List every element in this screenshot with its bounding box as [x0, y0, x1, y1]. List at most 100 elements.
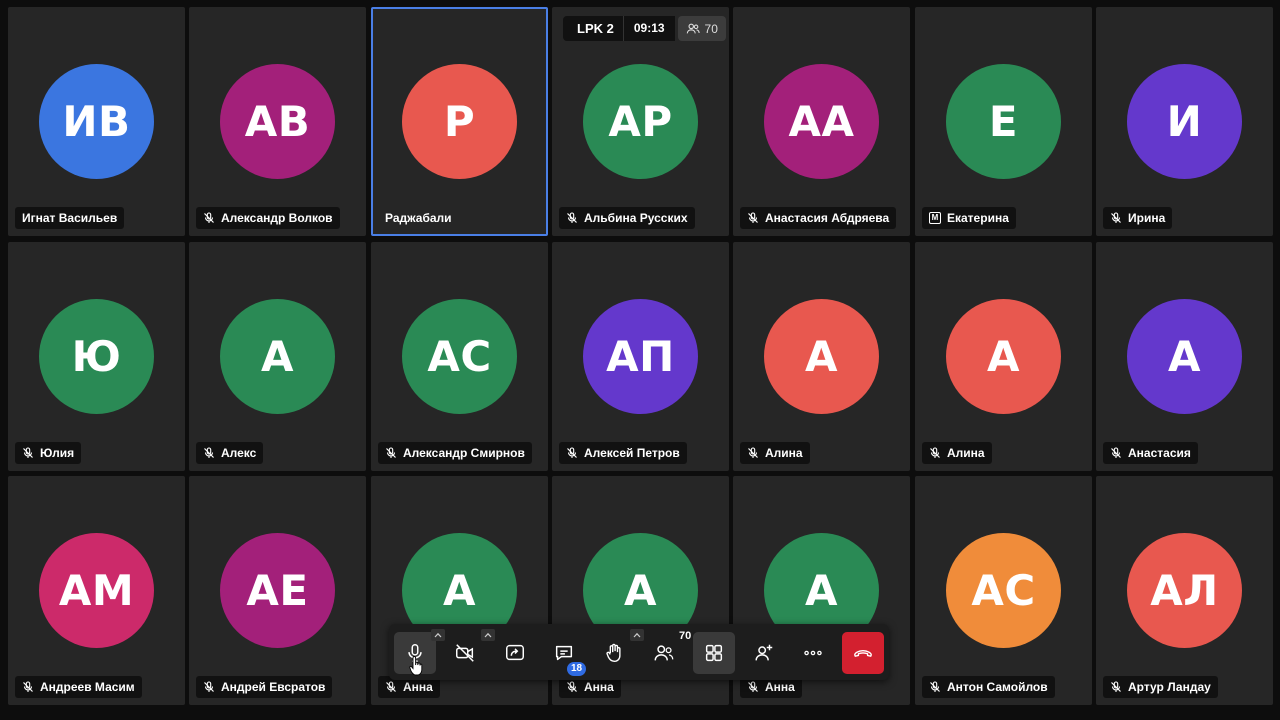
invite-button[interactable]: [743, 632, 785, 674]
mic-muted-icon: [929, 447, 941, 459]
camera-button[interactable]: [444, 632, 486, 674]
mic-muted-icon: [385, 681, 397, 693]
participant-name-tag: Антон Самойлов: [922, 676, 1055, 698]
mic-muted-icon: [747, 447, 759, 459]
meeting-title: LPK 2: [577, 21, 614, 36]
chevron-up-icon[interactable]: [630, 629, 644, 641]
mic-muted-icon: [566, 212, 578, 224]
participant-tile[interactable]: АА Анастасия Абдряева: [733, 7, 910, 236]
participant-name-tag: Алина: [740, 442, 810, 464]
mic-muted-icon: [566, 681, 578, 693]
participant-avatar: АП: [583, 299, 698, 414]
mic-muted-icon: [203, 212, 215, 224]
participant-avatar: А: [946, 299, 1061, 414]
participant-tile[interactable]: АВ Александр Волков: [189, 7, 366, 236]
participant-tile[interactable]: А Анастасия: [1096, 242, 1273, 471]
participants-count-label: 70: [679, 630, 692, 642]
participant-avatar: АС: [946, 533, 1061, 648]
participant-avatar: А: [220, 299, 335, 414]
participant-avatar: А: [764, 299, 879, 414]
mic-muted-icon: [1110, 212, 1122, 224]
participant-tile[interactable]: АС Александр Смирнов: [371, 242, 548, 471]
mic-muted-icon: [747, 681, 759, 693]
participant-count-pill[interactable]: 70: [677, 16, 726, 41]
mic-muted-icon: [203, 681, 215, 693]
chevron-up-icon[interactable]: [481, 629, 495, 641]
meeting-toolbar: 18 70: [389, 624, 889, 680]
participant-name-tag: Анастасия Абдряева: [740, 207, 897, 229]
participant-name: Альбина Русских: [584, 211, 688, 225]
participant-name: Раджабали: [385, 211, 452, 225]
participant-name: Андрей Евсратов: [221, 680, 326, 694]
participant-name: Алина: [765, 446, 803, 460]
people-icon: [653, 642, 675, 664]
meeting-timer: 09:13: [622, 16, 675, 41]
grid-icon: [703, 642, 725, 664]
participant-avatar: АР: [583, 64, 698, 179]
participant-name-tag: Александр Волков: [196, 207, 340, 229]
participant-grid: ИВ Игнат Васильев АВ Александр Волков Р Раджа…: [8, 7, 1273, 720]
participant-tile[interactable]: А Алекс: [189, 242, 366, 471]
participant-tile[interactable]: АЕ Андрей Евсратов: [189, 476, 366, 705]
share-button[interactable]: [494, 632, 536, 674]
participant-name-tag: Алекс: [196, 442, 264, 464]
meeting-title-pill[interactable]: LPK 2 09:13: [563, 16, 675, 41]
participant-name: Анна: [765, 680, 795, 694]
participant-avatar: АЛ: [1127, 533, 1242, 648]
add-person-icon: [753, 642, 775, 664]
participant-avatar: АА: [764, 64, 879, 179]
participant-avatar: АВ: [220, 64, 335, 179]
hand-cursor-icon: [409, 656, 423, 676]
participant-avatar: Ю: [39, 299, 154, 414]
participant-name-tag: Алексей Петров: [559, 442, 687, 464]
leave-button[interactable]: [842, 632, 884, 674]
chat-icon: [553, 642, 575, 664]
moderator-icon: M: [929, 212, 941, 224]
participant-name: Анна: [584, 680, 614, 694]
mic-muted-icon: [203, 447, 215, 459]
participant-tile[interactable]: АР Альбина Русских: [552, 7, 729, 236]
mic-muted-icon: [22, 447, 34, 459]
participant-avatar: АС: [402, 299, 517, 414]
participant-avatar: Р: [402, 64, 517, 179]
raise-hand-button[interactable]: [593, 632, 635, 674]
participant-name: Александр Смирнов: [403, 446, 525, 460]
participant-tile[interactable]: И Ирина: [1096, 7, 1273, 236]
participant-tile[interactable]: Ю Юлия: [8, 242, 185, 471]
more-icon: [802, 642, 824, 664]
participant-name: Юлия: [40, 446, 75, 460]
participant-tile[interactable]: Р Раджабали: [371, 7, 548, 236]
mic-muted-icon: [1110, 447, 1122, 459]
participant-name: Артур Ландау: [1128, 680, 1211, 694]
participant-tile[interactable]: А Алина: [733, 242, 910, 471]
mic-muted-icon: [1110, 681, 1122, 693]
participant-tile[interactable]: АЛ Артур Ландау: [1096, 476, 1273, 705]
participant-name-tag: Анастасия: [1103, 442, 1198, 464]
mic-muted-icon: [22, 681, 34, 693]
participant-name: Алина: [947, 446, 985, 460]
participant-name: Антон Самойлов: [947, 680, 1048, 694]
participant-name: Алексей Петров: [584, 446, 680, 460]
mic-muted-icon: [747, 212, 759, 224]
chevron-up-icon[interactable]: [431, 629, 445, 641]
participant-tile[interactable]: АМ Андреев Масим: [8, 476, 185, 705]
participant-tile[interactable]: А Алина: [915, 242, 1092, 471]
layout-button[interactable]: [693, 632, 735, 674]
participant-avatar: Е: [946, 64, 1061, 179]
participant-tile[interactable]: АП Алексей Петров: [552, 242, 729, 471]
participant-name-tag: Юлия: [15, 442, 82, 464]
mic-muted-icon: [385, 447, 397, 459]
participant-avatar: АМ: [39, 533, 154, 648]
participant-name-tag: Александр Смирнов: [378, 442, 532, 464]
participant-tile[interactable]: АС Антон Самойлов: [915, 476, 1092, 705]
more-button[interactable]: [792, 632, 834, 674]
participant-tile[interactable]: ИВ Игнат Васильев: [8, 7, 185, 236]
participant-name-tag: Андрей Евсратов: [196, 676, 333, 698]
participant-name: Екатерина: [947, 211, 1009, 225]
participant-name: Игнат Васильев: [22, 211, 118, 225]
hang-up-icon: [852, 642, 874, 664]
participant-name: Андреев Масим: [40, 680, 135, 694]
people-icon: [686, 22, 700, 36]
participant-tile[interactable]: Е M Екатерина: [915, 7, 1092, 236]
participant-name-tag: Альбина Русских: [559, 207, 695, 229]
